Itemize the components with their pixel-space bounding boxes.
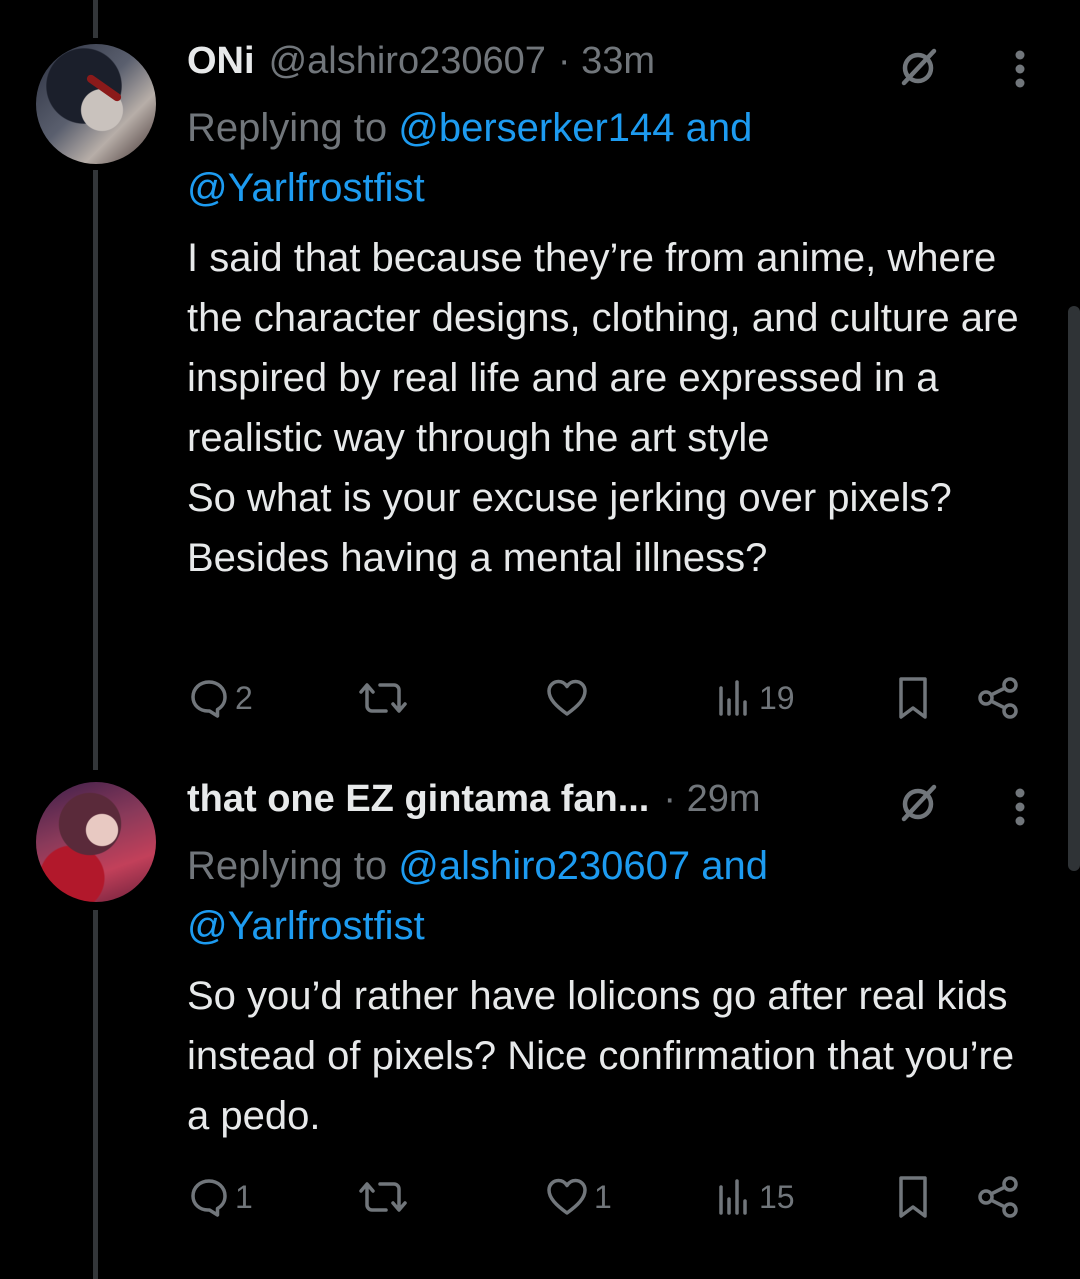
handle[interactable]: @alshiro230607 bbox=[269, 40, 546, 83]
heart-icon bbox=[544, 676, 590, 720]
timestamp[interactable]: · 33m bbox=[558, 40, 655, 83]
display-name[interactable]: ONi bbox=[187, 40, 255, 83]
thread-line-top bbox=[93, 0, 98, 38]
view-count: 15 bbox=[759, 1178, 795, 1215]
like-button[interactable]: 1 bbox=[544, 1172, 612, 1222]
more-vertical-icon[interactable] bbox=[1000, 44, 1040, 94]
display-name[interactable]: that one EZ gintama fan... bbox=[187, 778, 649, 821]
timestamp[interactable]: · 29m bbox=[663, 778, 760, 821]
repost-button[interactable] bbox=[355, 1172, 415, 1222]
scrollbar[interactable] bbox=[1068, 306, 1080, 871]
thread-line-1 bbox=[93, 170, 98, 770]
share-button[interactable] bbox=[975, 673, 1021, 723]
analytics-bars-icon bbox=[715, 1175, 755, 1219]
repost-icon bbox=[355, 676, 411, 720]
heart-icon bbox=[544, 1175, 590, 1219]
bookmark-button[interactable] bbox=[893, 673, 933, 723]
analytics-bars-icon bbox=[715, 676, 755, 720]
grok-slash-icon[interactable] bbox=[893, 778, 943, 828]
reply-mention[interactable]: @Yarlfrostfist bbox=[187, 166, 425, 210]
views-button[interactable]: 15 bbox=[715, 1172, 795, 1222]
like-count: 1 bbox=[594, 1178, 612, 1215]
avatar[interactable] bbox=[36, 44, 156, 164]
tweet-actions: 2 19 bbox=[187, 673, 1037, 723]
share-icon bbox=[975, 1174, 1021, 1220]
reply-count: 2 bbox=[235, 679, 253, 716]
reply-mention[interactable]: @berserker144 and bbox=[398, 106, 752, 150]
avatar[interactable] bbox=[36, 782, 156, 902]
reply-button[interactable]: 1 bbox=[187, 1172, 253, 1222]
view-count: 19 bbox=[759, 679, 795, 716]
grok-slash-icon[interactable] bbox=[893, 42, 943, 92]
tweet-header: ONi @alshiro230607 · 33m bbox=[187, 40, 655, 86]
replying-to: Replying to @alshiro230607 and bbox=[187, 836, 768, 896]
bookmark-icon bbox=[893, 675, 933, 721]
tweet-text: So you’d rather have lolicons go after r… bbox=[187, 974, 1015, 1138]
reply-bubble-icon bbox=[187, 676, 231, 720]
like-button[interactable] bbox=[544, 673, 594, 723]
tweet-text: I said that because they’re from anime, … bbox=[187, 236, 1019, 580]
bookmark-icon bbox=[893, 1174, 933, 1220]
tweet-header: that one EZ gintama fan... · 29m bbox=[187, 778, 761, 824]
replying-prefix: Replying to bbox=[187, 106, 399, 150]
replying-to: Replying to @berserker144 and bbox=[187, 98, 752, 158]
thread-line-2 bbox=[93, 910, 98, 1279]
views-button[interactable]: 19 bbox=[715, 673, 795, 723]
replying-to-continued: @Yarlfrostfist bbox=[187, 896, 425, 956]
bookmark-button[interactable] bbox=[893, 1172, 933, 1222]
tweet-actions: 1 1 15 bbox=[187, 1172, 1037, 1222]
reply-button[interactable]: 2 bbox=[187, 673, 253, 723]
share-icon bbox=[975, 675, 1021, 721]
repost-button[interactable] bbox=[355, 673, 415, 723]
replying-prefix: Replying to bbox=[187, 844, 399, 888]
repost-icon bbox=[355, 1175, 411, 1219]
share-button[interactable] bbox=[975, 1172, 1021, 1222]
more-vertical-icon[interactable] bbox=[1000, 782, 1040, 832]
reply-count: 1 bbox=[235, 1178, 253, 1215]
reply-mention[interactable]: @Yarlfrostfist bbox=[187, 904, 425, 948]
reply-mention[interactable]: @alshiro230607 and bbox=[398, 844, 768, 888]
reply-bubble-icon bbox=[187, 1175, 231, 1219]
replying-to-continued: @Yarlfrostfist bbox=[187, 158, 425, 218]
